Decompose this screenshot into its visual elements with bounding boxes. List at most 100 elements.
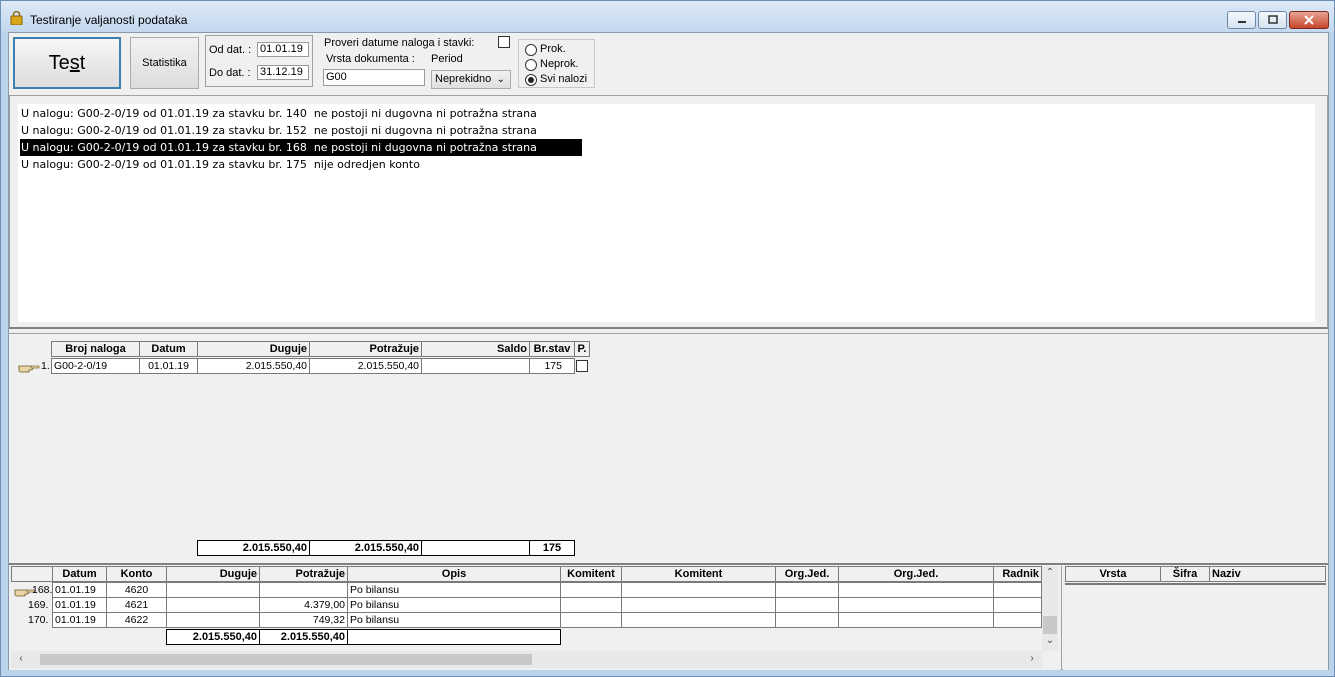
cell-org-jed-sifra[interactable] xyxy=(775,582,839,598)
od-dat-field[interactable]: 01.01.19 xyxy=(257,42,309,57)
cell-konto[interactable]: 4621 xyxy=(106,597,167,613)
col-datum[interactable]: Datum xyxy=(139,341,198,357)
col-potrazuje[interactable]: Potražuje xyxy=(259,566,348,582)
close-button[interactable] xyxy=(1289,11,1329,29)
col-potrazuje[interactable]: Potražuje xyxy=(309,341,422,357)
col-broj-naloga[interactable]: Broj naloga xyxy=(51,341,140,357)
cell-konto[interactable]: 4622 xyxy=(106,612,167,628)
message-item[interactable]: U nalogu: G00-2-0/19 od 01.01.19 za stav… xyxy=(20,122,537,139)
chevron-down-icon: ⌄ xyxy=(496,74,505,85)
period-select-value: Neprekidno xyxy=(435,73,492,85)
scroll-right-icon[interactable]: › xyxy=(1026,653,1038,664)
cell-potrazuje[interactable]: 749,32 xyxy=(259,612,348,628)
pointing-hand-icon xyxy=(18,365,40,373)
total-duguje: 2.015.550,40 xyxy=(197,540,310,556)
cell-org-jed-sifra[interactable] xyxy=(775,597,839,613)
minimize-icon xyxy=(1237,21,1246,23)
vrsta-dokumenta-input[interactable]: G00 xyxy=(323,69,425,86)
col-datum[interactable]: Datum xyxy=(52,566,107,582)
cell-potrazuje[interactable] xyxy=(259,582,348,598)
cell-komitent-naziv[interactable] xyxy=(621,612,776,628)
cell-datum[interactable]: 01.01.19 xyxy=(52,582,107,598)
cell-komitent-sifra[interactable] xyxy=(560,612,622,628)
cell-duguje[interactable] xyxy=(166,582,260,598)
cell-p-checkbox[interactable] xyxy=(576,360,588,372)
messages-panel: U nalogu: G00-2-0/19 od 01.01.19 za stav… xyxy=(9,95,1328,329)
cell-opis[interactable]: Po bilansu xyxy=(347,612,561,628)
total-br-stav: 175 xyxy=(529,540,575,556)
message-item-selected[interactable]: U nalogu: G00-2-0/19 od 01.01.19 za stav… xyxy=(20,139,582,156)
test-button[interactable]: Te s t xyxy=(13,37,121,89)
statistika-button[interactable]: Statistika xyxy=(130,37,199,89)
radio-neprok-label: Neprok. xyxy=(540,58,579,70)
period-select[interactable]: Neprekidno ⌄ xyxy=(431,70,511,89)
col-opis[interactable]: Opis xyxy=(347,566,561,582)
scroll-left-icon[interactable]: ‹ xyxy=(15,653,27,664)
cell-komitent-naziv[interactable] xyxy=(621,597,776,613)
col-duguje[interactable]: Duguje xyxy=(166,566,260,582)
scroll-up-icon[interactable]: ⌃ xyxy=(1042,567,1058,578)
minimize-button[interactable] xyxy=(1227,11,1256,29)
maximize-button[interactable] xyxy=(1258,11,1287,29)
col-komitent-sifra[interactable]: Komitent xyxy=(560,566,622,582)
horizontal-scrollbar[interactable]: ‹ › xyxy=(11,651,1042,668)
total-opis xyxy=(347,629,561,645)
radio-prok[interactable] xyxy=(525,44,537,56)
vertical-scroll-thumb[interactable] xyxy=(1043,616,1057,634)
col-duguje[interactable]: Duguje xyxy=(197,341,310,357)
cell-org-jed-naziv[interactable] xyxy=(838,582,994,598)
statistika-button-label: Statistika xyxy=(142,57,187,69)
scroll-down-icon[interactable]: ⌄ xyxy=(1042,635,1058,646)
total-potrazuje: 2.015.550,40 xyxy=(259,629,348,645)
cell-duguje[interactable]: 2.015.550,40 xyxy=(197,358,310,374)
col-vrsta[interactable]: Vrsta xyxy=(1065,566,1161,582)
cell-komitent-sifra[interactable] xyxy=(560,582,622,598)
col-br-stav[interactable]: Br.stav xyxy=(529,341,575,357)
cell-radnik[interactable] xyxy=(993,597,1042,613)
do-dat-field[interactable]: 31.12.19 xyxy=(257,65,309,80)
cell-datum[interactable]: 01.01.19 xyxy=(139,358,198,374)
col-radnik[interactable]: Radnik xyxy=(993,566,1042,582)
cell-opis[interactable]: Po bilansu xyxy=(347,582,561,598)
cell-org-jed-naziv[interactable] xyxy=(838,597,994,613)
cell-potrazuje[interactable]: 2.015.550,40 xyxy=(309,358,422,374)
cell-broj-naloga[interactable]: G00-2-0/19 xyxy=(51,358,140,374)
col-org-jed-sifra[interactable]: Org.Jed. xyxy=(775,566,839,582)
cell-radnik[interactable] xyxy=(993,582,1042,598)
messages-list[interactable]: U nalogu: G00-2-0/19 od 01.01.19 za stav… xyxy=(18,104,1315,322)
col-konto[interactable]: Konto xyxy=(106,566,167,582)
radio-neprok[interactable] xyxy=(525,59,537,71)
cell-datum[interactable]: 01.01.19 xyxy=(52,597,107,613)
cell-duguje[interactable] xyxy=(166,612,260,628)
total-duguje: 2.015.550,40 xyxy=(166,629,260,645)
cell-duguje[interactable] xyxy=(166,597,260,613)
cell-saldo[interactable] xyxy=(421,358,530,374)
col-komitent-naziv[interactable]: Komitent xyxy=(621,566,776,582)
cell-opis[interactable]: Po bilansu xyxy=(347,597,561,613)
do-dat-label: Do dat. : xyxy=(209,67,251,79)
message-item[interactable]: U nalogu: G00-2-0/19 od 01.01.19 za stav… xyxy=(20,105,537,122)
title-bar[interactable]: Testiranje valjanosti podataka xyxy=(1,1,1334,33)
vertical-scrollbar[interactable]: ⌃ ⌄ xyxy=(1042,566,1058,651)
horizontal-scroll-thumb[interactable] xyxy=(40,654,532,665)
cell-radnik[interactable] xyxy=(993,612,1042,628)
cell-org-jed-naziv[interactable] xyxy=(838,612,994,628)
close-icon xyxy=(1304,15,1314,25)
cell-komitent-naziv[interactable] xyxy=(621,582,776,598)
col-saldo[interactable]: Saldo xyxy=(421,341,530,357)
col-sifra[interactable]: Šifra xyxy=(1160,566,1210,582)
radio-svi-nalozi[interactable] xyxy=(525,74,537,86)
stavke-grid: Datum Konto Duguje Potražuje Opis Komite… xyxy=(9,566,1062,670)
test-button-label-pre: Te xyxy=(48,51,70,74)
col-naziv[interactable]: Naziv xyxy=(1209,566,1326,582)
cell-br-stav[interactable]: 175 xyxy=(529,358,575,374)
cell-komitent-sifra[interactable] xyxy=(560,597,622,613)
col-p[interactable]: P. xyxy=(574,341,590,357)
cell-konto[interactable]: 4620 xyxy=(106,582,167,598)
proveri-datume-checkbox[interactable] xyxy=(498,36,510,48)
cell-datum[interactable]: 01.01.19 xyxy=(52,612,107,628)
col-org-jed-naziv[interactable]: Org.Jed. xyxy=(838,566,994,582)
cell-potrazuje[interactable]: 4.379,00 xyxy=(259,597,348,613)
cell-org-jed-sifra[interactable] xyxy=(775,612,839,628)
message-item[interactable]: U nalogu: G00-2-0/19 od 01.01.19 za stav… xyxy=(20,156,420,173)
